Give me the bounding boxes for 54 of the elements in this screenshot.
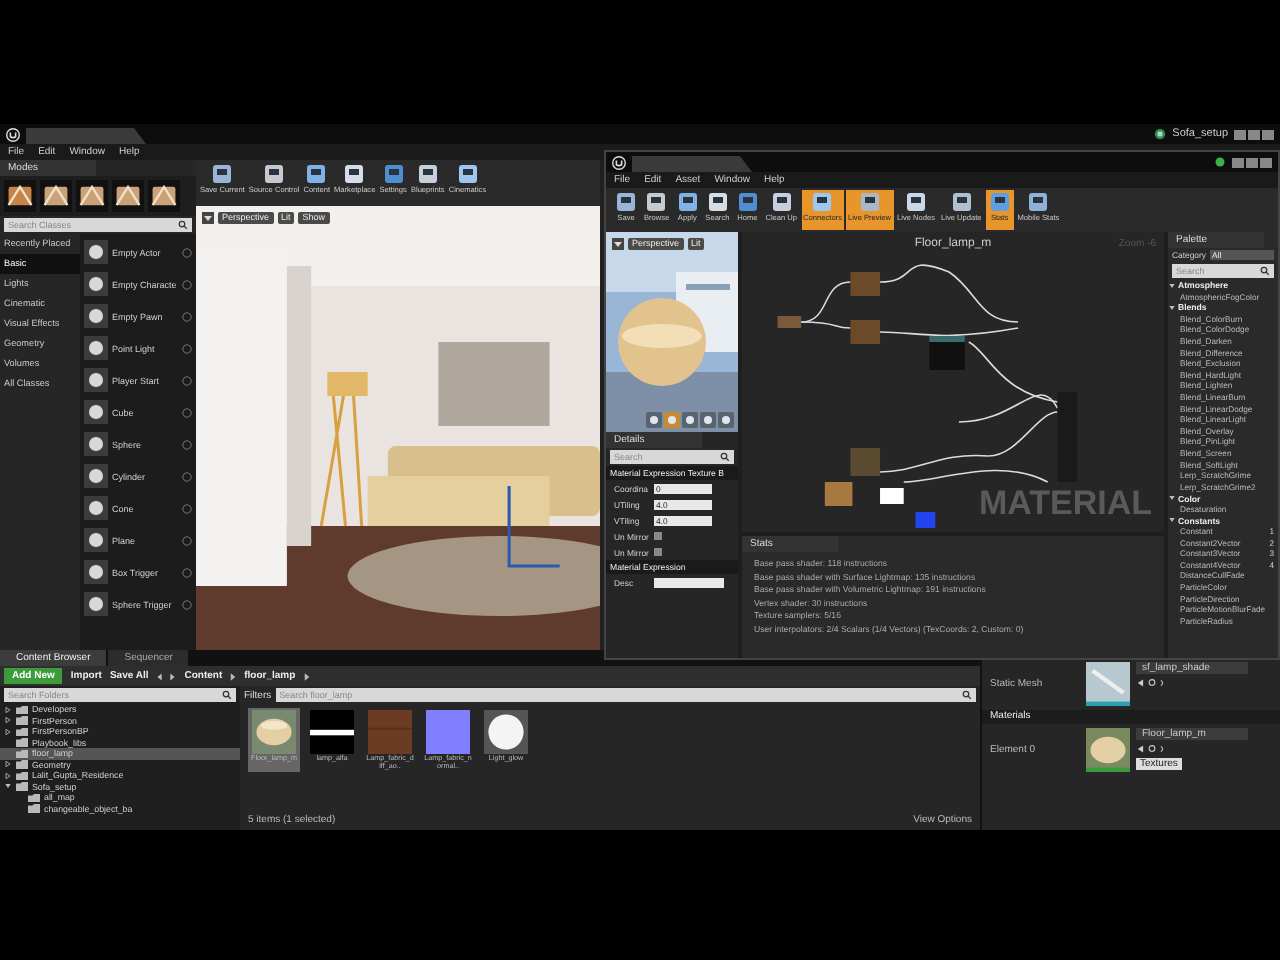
asset-tools-icon[interactable] bbox=[1136, 744, 1168, 754]
info-icon[interactable] bbox=[182, 503, 192, 513]
back-forward-icon[interactable] bbox=[156, 671, 177, 681]
info-icon[interactable] bbox=[182, 375, 192, 385]
texture-thumbnail bbox=[426, 710, 470, 754]
graph-node[interactable] bbox=[850, 448, 881, 476]
status-dot-icon bbox=[1214, 156, 1226, 168]
collapsed-arrow-icon[interactable] bbox=[4, 727, 12, 736]
unreal-logo-icon bbox=[6, 127, 20, 141]
globe-icon bbox=[1154, 128, 1167, 140]
graph-node[interactable] bbox=[850, 320, 881, 344]
texture-thumbnail bbox=[310, 710, 354, 754]
sphere-icon[interactable] bbox=[664, 412, 680, 428]
graph-node[interactable] bbox=[824, 482, 853, 506]
graph-node[interactable] bbox=[880, 488, 904, 504]
info-icon[interactable] bbox=[182, 599, 192, 609]
info-icon[interactable] bbox=[182, 471, 192, 481]
checkbox[interactable] bbox=[654, 548, 662, 556]
info-icon[interactable] bbox=[182, 279, 192, 289]
window-controls[interactable] bbox=[1234, 129, 1274, 139]
window-controls[interactable] bbox=[1232, 157, 1272, 167]
checkbox[interactable] bbox=[654, 532, 662, 540]
sphere-icon bbox=[84, 592, 108, 616]
node-wire bbox=[879, 264, 1019, 323]
collapsed-arrow-icon[interactable] bbox=[4, 716, 12, 725]
dropdown-icon[interactable] bbox=[612, 238, 624, 250]
graph-node[interactable] bbox=[777, 316, 802, 328]
info-icon[interactable] bbox=[182, 407, 192, 417]
collapsed-arrow-icon[interactable] bbox=[4, 705, 12, 714]
node-wire bbox=[879, 327, 1019, 337]
sphere-icon bbox=[84, 432, 108, 456]
expanded-arrow-icon[interactable] bbox=[1168, 281, 1176, 290]
info-icon[interactable] bbox=[182, 439, 192, 449]
expanded-arrow-icon[interactable] bbox=[4, 782, 12, 791]
collapsed-arrow-icon[interactable] bbox=[4, 760, 12, 769]
info-icon[interactable] bbox=[182, 311, 192, 321]
graph-node[interactable] bbox=[850, 272, 881, 296]
info-icon[interactable] bbox=[182, 535, 192, 545]
graph-node[interactable] bbox=[929, 336, 965, 370]
text-field[interactable] bbox=[654, 577, 724, 587]
info-icon[interactable] bbox=[182, 567, 192, 577]
info-icon[interactable] bbox=[182, 247, 192, 257]
dropdown-icon[interactable] bbox=[202, 212, 214, 224]
texture-thumbnail bbox=[368, 710, 412, 754]
texture-thumbnail bbox=[484, 710, 528, 754]
info-icon[interactable] bbox=[182, 343, 192, 353]
collapsed-arrow-icon[interactable] bbox=[4, 771, 12, 780]
sphere-icon bbox=[84, 240, 108, 264]
chevron-icon bbox=[230, 671, 237, 681]
asset-tools-icon[interactable] bbox=[1136, 678, 1168, 688]
graph-node[interactable] bbox=[915, 512, 936, 528]
unreal-logo-icon bbox=[612, 155, 626, 169]
chevron-icon bbox=[303, 671, 310, 681]
graph-node[interactable] bbox=[1057, 392, 1078, 482]
